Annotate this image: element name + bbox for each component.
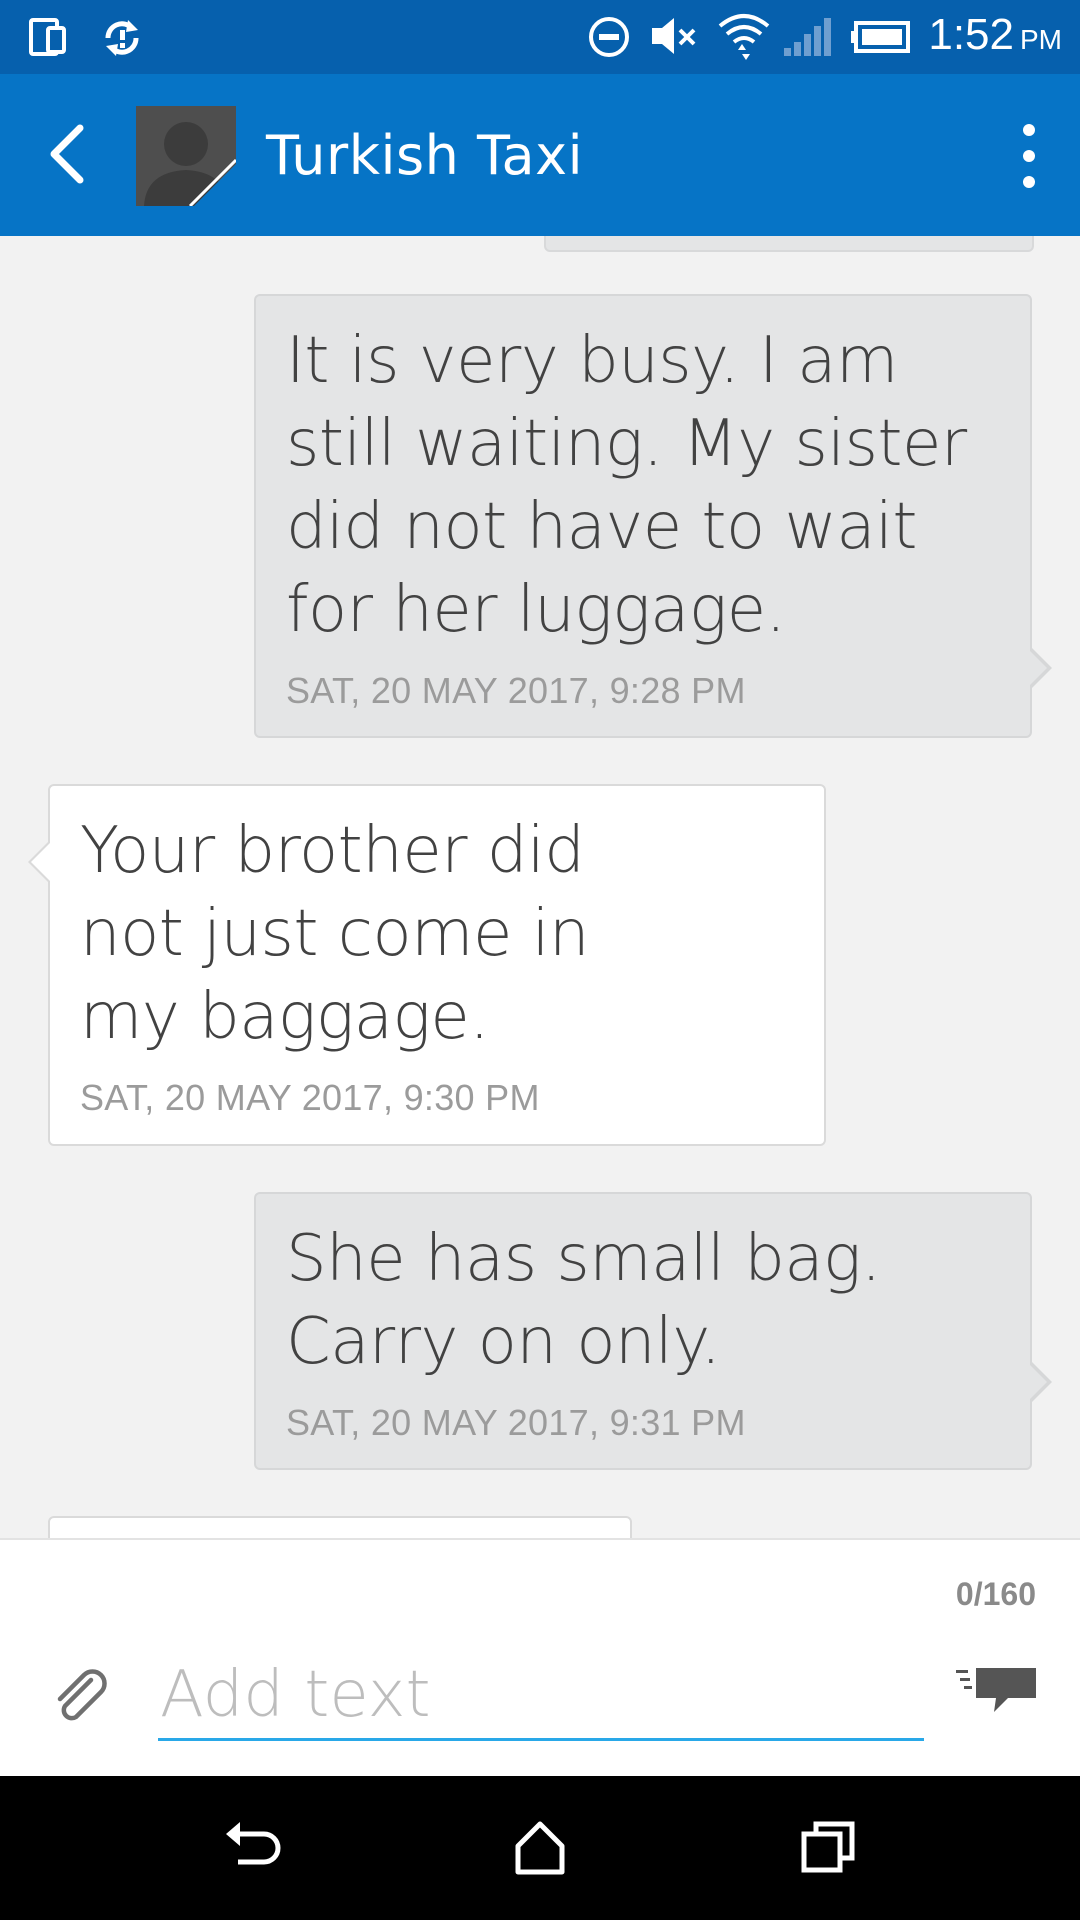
system-navigation-bar (0, 1776, 1080, 1920)
character-counter: 0/160 (955, 1576, 1036, 1612)
bubble-tail (1028, 1360, 1052, 1404)
phone-tablet-icon (29, 18, 66, 56)
nav-home-button[interactable] (504, 1812, 576, 1884)
bubble-tail (1028, 646, 1052, 690)
send-button[interactable] (956, 1666, 1038, 1726)
message-bubble-received[interactable]: Your brother did not just come in my bag… (28, 784, 826, 1146)
message-text: It is very busy. I am still waiting. My … (286, 324, 967, 647)
contact-name[interactable]: Turkish Taxi (266, 124, 583, 187)
message-text: She has small bag. Carry on only. (286, 1222, 881, 1379)
back-arrow-icon (50, 124, 84, 184)
battery-icon (851, 21, 910, 53)
message-text: Your brother did not just come in my bag… (80, 814, 590, 1054)
nav-back-button[interactable] (216, 1812, 288, 1884)
do-not-disturb-icon (589, 17, 629, 57)
message-timestamp: SAT, 20 MAY 2017, 9:31 PM (286, 1402, 746, 1443)
overflow-menu-icon (1023, 124, 1035, 188)
wifi-icon (718, 14, 770, 60)
send-message-icon (956, 1668, 1036, 1712)
nav-recents-button[interactable] (792, 1812, 864, 1884)
status-time-ampm: PM (1020, 24, 1062, 55)
message-list[interactable]: It is very busy. I am still waiting. My … (0, 236, 1080, 1538)
message-composer: 0/160 (0, 1538, 1080, 1778)
back-button[interactable] (30, 114, 110, 194)
back-nav-icon (226, 1822, 281, 1865)
paperclip-icon (57, 1669, 107, 1721)
message-text-input[interactable] (158, 1652, 924, 1741)
partial-message-bubble (48, 1516, 632, 1538)
status-time-value: 1:52 (928, 10, 1014, 59)
mute-icon (652, 18, 696, 54)
recents-nav-icon (801, 1821, 855, 1873)
status-clock: 1:52 PM (928, 10, 1062, 60)
partial-message-bubble (544, 236, 1034, 252)
message-timestamp: SAT, 20 MAY 2017, 9:30 PM (80, 1077, 540, 1118)
status-bar: 1:52 PM (0, 0, 1080, 74)
person-silhouette-icon (136, 106, 236, 206)
signal-icon (784, 18, 831, 56)
sync-icon (105, 20, 139, 56)
message-timestamp: SAT, 20 MAY 2017, 9:28 PM (286, 670, 746, 711)
attach-button[interactable] (50, 1665, 112, 1727)
home-nav-icon (515, 1821, 565, 1875)
message-bubble-sent[interactable]: She has small bag. Carry on only. SAT, 2… (254, 1192, 1052, 1470)
message-bubble-sent[interactable]: It is very busy. I am still waiting. My … (254, 294, 1052, 738)
conversation-header: Turkish Taxi (0, 74, 1080, 236)
bubble-tail (28, 840, 50, 884)
overflow-menu-button[interactable] (1004, 114, 1054, 198)
contact-avatar[interactable] (136, 106, 236, 206)
